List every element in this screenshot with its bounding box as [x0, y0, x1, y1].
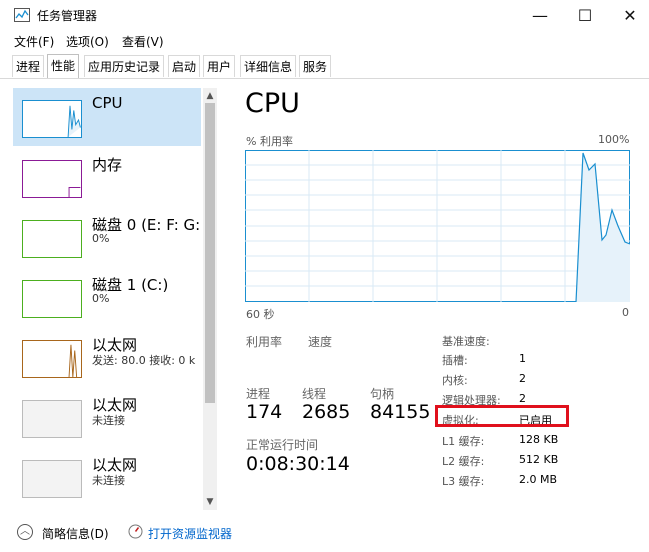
sidebar-item-label: CPU [92, 94, 123, 112]
spec-label-l3-cache: L3 缓存: [442, 475, 485, 488]
scroll-up-icon[interactable]: ▲ [203, 89, 217, 103]
processes-label: 进程 [246, 387, 271, 401]
utilization-label: 利用率 [246, 335, 283, 349]
handles-label: 句柄 [370, 387, 395, 401]
graph-min-label: 0 [622, 306, 629, 319]
spec-label-l2-cache: L2 缓存: [442, 455, 485, 468]
sidebar-item-label: 内存 [92, 156, 123, 174]
menu-view[interactable]: 查看(V) [122, 33, 164, 50]
sidebar-item-memory[interactable]: 内存 [13, 148, 201, 206]
sidebar-item-ethernet[interactable]: 以太网 发送: 80.0 接收: 0 k [13, 328, 201, 386]
ethernet-thumbnail [22, 340, 82, 378]
tab-services[interactable]: 服务 [299, 55, 332, 77]
sidebar-item-ethernet-3[interactable]: 以太网 未连接 [13, 448, 201, 506]
disk0-thumbnail [22, 220, 82, 258]
graph-time-label: 60 秒 [246, 308, 275, 321]
cpu-utilization-graph [245, 150, 630, 302]
spec-label-cores: 内核: [442, 374, 468, 387]
spec-value-logical-processors: 2 [519, 392, 526, 405]
sidebar-item-disk0[interactable]: 磁盘 0 (E: F: G: 0% [13, 208, 201, 266]
uptime-value: 0:08:30:14 [246, 453, 350, 475]
spec-value-l2-cache: 512 KB [519, 453, 559, 466]
ethernet-thumbnail [22, 460, 82, 498]
tab-startup[interactable]: 启动 [168, 55, 201, 77]
maximize-icon: ☐ [577, 5, 593, 25]
sidebar-item-value: 0% [92, 232, 110, 245]
window-title: 任务管理器 [37, 9, 98, 23]
threads-value: 2685 [302, 401, 351, 423]
sidebar-item-ethernet-2[interactable]: 以太网 未连接 [13, 388, 201, 446]
uptime-label: 正常运行时间 [246, 438, 319, 452]
open-resource-monitor-link[interactable]: 打开资源监视器 [148, 525, 232, 542]
scrollbar-thumb[interactable] [205, 103, 215, 403]
tab-app-history[interactable]: 应用历史记录 [84, 55, 165, 77]
sidebar-item-cpu[interactable]: CPU [13, 88, 201, 146]
spec-value-l1-cache: 128 KB [519, 433, 559, 446]
spec-value-cores: 2 [519, 372, 526, 385]
tab-users[interactable]: 用户 [203, 55, 236, 77]
handles-value: 84155 [370, 401, 431, 423]
tab-details[interactable]: 详细信息 [240, 55, 297, 77]
resource-monitor-icon [128, 524, 143, 539]
task-manager-icon [14, 8, 30, 22]
memory-thumbnail [22, 160, 82, 198]
scroll-down-icon[interactable]: ▼ [203, 495, 217, 509]
spec-label-sockets: 插槽: [442, 354, 468, 367]
page-title: CPU [245, 88, 300, 119]
ethernet-thumbnail [22, 400, 82, 438]
cpu-thumbnail [22, 100, 82, 138]
sidebar-item-value: 未连接 [92, 474, 125, 487]
close-icon: ✕ [623, 5, 637, 25]
disk1-thumbnail [22, 280, 82, 318]
maximize-button[interactable]: ☐ [562, 0, 608, 30]
tab-processes[interactable]: 进程 [12, 55, 45, 77]
chevron-up-icon[interactable]: ︿ [17, 524, 33, 540]
spec-label-l1-cache: L1 缓存: [442, 435, 485, 448]
menu-options[interactable]: 选项(O) [66, 33, 109, 50]
fewer-details-button[interactable]: 简略信息(D) [42, 525, 109, 542]
sidebar-item-value: 未连接 [92, 414, 125, 427]
speed-label: 速度 [308, 335, 333, 349]
spec-label-base-speed: 基准速度: [442, 335, 490, 348]
graph-y-label: % 利用率 [246, 135, 293, 148]
menu-file[interactable]: 文件(F) [14, 33, 54, 50]
threads-label: 线程 [302, 387, 327, 401]
tab-performance[interactable]: 性能 [47, 54, 80, 78]
minimize-icon: — [532, 5, 548, 25]
sidebar-item-value: 发送: 80.0 接收: 0 k [92, 354, 196, 367]
sidebar-item-disk1[interactable]: 磁盘 1 (C:) 0% [13, 268, 201, 326]
minimize-button[interactable]: — [517, 0, 563, 30]
close-button[interactable]: ✕ [607, 0, 649, 30]
virtualization-highlight-box [435, 405, 569, 427]
spec-value-sockets: 1 [519, 352, 526, 365]
sidebar-item-value: 0% [92, 292, 110, 305]
processes-value: 174 [246, 401, 283, 423]
graph-max-label: 100% [598, 133, 630, 146]
spec-value-l3-cache: 2.0 MB [519, 473, 558, 486]
